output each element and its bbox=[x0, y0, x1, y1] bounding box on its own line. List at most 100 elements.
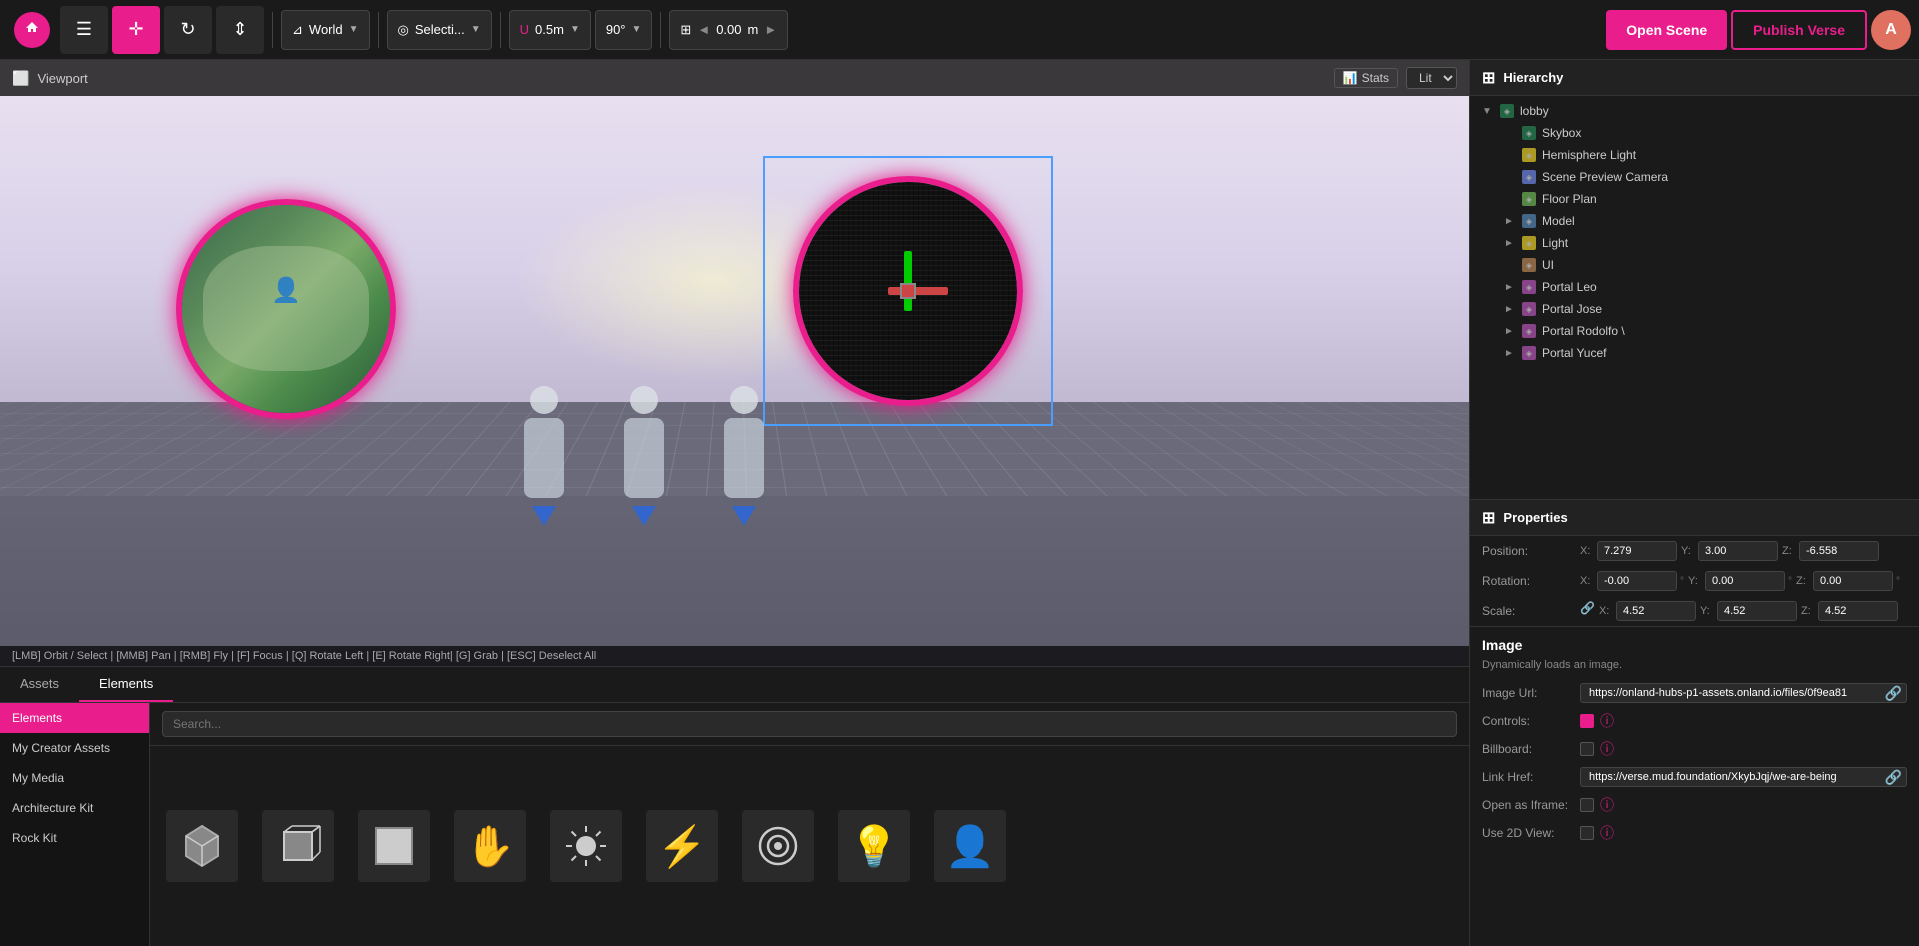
pos-y-field[interactable] bbox=[1698, 541, 1778, 561]
pos-x-field[interactable] bbox=[1597, 541, 1677, 561]
node-icon-camera: ◈ bbox=[1522, 170, 1536, 184]
node-icon-portal-leo: ◈ bbox=[1522, 280, 1536, 294]
controls-checkbox[interactable] bbox=[1580, 714, 1594, 728]
link-href-link-icon[interactable]: 🔗 bbox=[1885, 769, 1902, 786]
asset-item-4[interactable]: ✋ bbox=[454, 810, 526, 882]
hamburger-menu-button[interactable]: ☰ bbox=[60, 6, 108, 54]
use-2d-view-checkbox[interactable] bbox=[1580, 826, 1594, 840]
sidebar-item-my-creator[interactable]: My Creator Assets bbox=[0, 733, 149, 763]
search-input[interactable] bbox=[162, 711, 1457, 737]
assets-header: Assets Elements bbox=[0, 667, 1469, 703]
transform-scale-button[interactable]: ⇕ bbox=[216, 6, 264, 54]
rot-z-field[interactable] bbox=[1813, 571, 1893, 591]
lit-dropdown[interactable]: Lit bbox=[1406, 67, 1457, 89]
scale-y-field[interactable] bbox=[1717, 601, 1797, 621]
rot-y-field[interactable] bbox=[1705, 571, 1785, 591]
user-avatar-button[interactable]: A bbox=[1871, 10, 1911, 50]
portal-right-selected[interactable] bbox=[793, 176, 1023, 406]
open-as-iframe-info-icon[interactable]: ⓘ bbox=[1600, 795, 1614, 815]
image-url-input[interactable] bbox=[1585, 684, 1885, 702]
tree-item-portal-rodolfo[interactable]: ► ◈ Portal Rodolfo \ bbox=[1470, 320, 1919, 342]
sidebar-item-elements[interactable]: Elements bbox=[0, 703, 149, 733]
scale-x-field[interactable] bbox=[1616, 601, 1696, 621]
tree-item-lobby[interactable]: ▼ ◈ lobby bbox=[1470, 100, 1919, 122]
scale-z-input: Z: bbox=[1801, 601, 1898, 621]
expand-arrow-light[interactable]: ► bbox=[1504, 238, 1516, 249]
scale-lock-icon[interactable]: 🔗 bbox=[1580, 601, 1595, 621]
sidebar-item-my-media[interactable]: My Media bbox=[0, 763, 149, 793]
tree-label-light: Light bbox=[1542, 236, 1568, 250]
link-href-input[interactable] bbox=[1585, 768, 1885, 786]
expand-arrow-model[interactable]: ► bbox=[1504, 216, 1516, 227]
pos-y-input: Y: bbox=[1681, 541, 1778, 561]
logo-button[interactable] bbox=[8, 6, 56, 54]
rot-x-field[interactable] bbox=[1597, 571, 1677, 591]
expand-arrow-lobby[interactable]: ▼ bbox=[1482, 106, 1494, 117]
angle-dropdown[interactable]: 90° ▼ bbox=[595, 10, 653, 50]
expand-arrow-portal-leo[interactable]: ► bbox=[1504, 282, 1516, 293]
controls-info-icon[interactable]: ⓘ bbox=[1600, 711, 1614, 731]
tree-item-floor-plan[interactable]: ◈ Floor Plan bbox=[1470, 188, 1919, 210]
tree-item-portal-leo[interactable]: ► ◈ Portal Leo bbox=[1470, 276, 1919, 298]
rotation-inputs: X: ° Y: ° Z: ° bbox=[1580, 571, 1907, 591]
grid-dropdown[interactable]: ⊞ ◄ 0.00 m ► bbox=[669, 10, 788, 50]
asset-item-7[interactable] bbox=[742, 810, 814, 882]
tree-item-portal-yucef[interactable]: ► ◈ Portal Yucef bbox=[1470, 342, 1919, 364]
billboard-checkbox[interactable] bbox=[1580, 742, 1594, 756]
tree-item-hemisphere-light[interactable]: ◈ Hemisphere Light bbox=[1470, 144, 1919, 166]
transform-move-button[interactable]: ✛ bbox=[112, 6, 160, 54]
transform-x-arrow[interactable] bbox=[888, 287, 948, 295]
tree-item-scene-preview-camera[interactable]: ◈ Scene Preview Camera bbox=[1470, 166, 1919, 188]
char-indicator-1 bbox=[532, 506, 556, 526]
use-2d-view-info-icon[interactable]: ⓘ bbox=[1600, 823, 1614, 843]
pos-z-field[interactable] bbox=[1799, 541, 1879, 561]
hierarchy-tree[interactable]: ▼ ◈ lobby ◈ Skybox ◈ Hemisphere Light bbox=[1470, 96, 1919, 499]
tree-label-lobby: lobby bbox=[1520, 104, 1549, 118]
transform-y-arrow[interactable] bbox=[904, 251, 912, 311]
asset-item-2[interactable] bbox=[262, 810, 334, 882]
hierarchy-section: ⊞ Hierarchy ▼ ◈ lobby ◈ Skybox bbox=[1470, 60, 1919, 500]
open-scene-button[interactable]: Open Scene bbox=[1606, 10, 1727, 50]
tree-item-portal-jose[interactable]: ► ◈ Portal Jose bbox=[1470, 298, 1919, 320]
search-bar bbox=[150, 703, 1469, 746]
scale-z-field[interactable] bbox=[1818, 601, 1898, 621]
main-area: ⬜ Viewport 📊 Stats Lit bbox=[0, 60, 1919, 946]
asset-item-5[interactable] bbox=[550, 810, 622, 882]
tree-item-light[interactable]: ► ◈ Light bbox=[1470, 232, 1919, 254]
publish-verse-button[interactable]: Publish Verse bbox=[1731, 10, 1867, 50]
open-as-iframe-checkbox[interactable] bbox=[1580, 798, 1594, 812]
viewport-controls-hint: [LMB] Orbit / Select | [MMB] Pan | [RMB]… bbox=[12, 650, 596, 662]
transform-gizmo[interactable] bbox=[868, 251, 948, 331]
portal-left[interactable]: 👤 bbox=[176, 199, 396, 419]
asset-item-6[interactable]: ⚡ bbox=[646, 810, 718, 882]
sidebar-item-rock-kit[interactable]: Rock Kit bbox=[0, 823, 149, 853]
asset-item-3[interactable] bbox=[358, 810, 430, 882]
asset-item-8[interactable]: 💡 bbox=[838, 810, 910, 882]
stats-button[interactable]: 📊 Stats bbox=[1334, 68, 1398, 88]
sidebar-item-architecture[interactable]: Architecture Kit bbox=[0, 793, 149, 823]
expand-arrow-portal-rodolfo[interactable]: ► bbox=[1504, 326, 1516, 337]
asset-item-1[interactable] bbox=[166, 810, 238, 882]
tree-item-skybox[interactable]: ◈ Skybox bbox=[1470, 122, 1919, 144]
coordinate-system-dropdown[interactable]: ⊿ World ▼ bbox=[281, 10, 370, 50]
arrow-right-icon: ► bbox=[764, 22, 777, 37]
scene-characters bbox=[514, 386, 774, 506]
viewport[interactable]: ⬜ Viewport 📊 Stats Lit bbox=[0, 60, 1469, 666]
scale-row: Scale: 🔗 X: Y: Z: bbox=[1470, 596, 1919, 626]
tree-item-model[interactable]: ► ◈ Model bbox=[1470, 210, 1919, 232]
transform-button[interactable]: U 0.5m ▼ bbox=[509, 10, 591, 50]
viewport-scene[interactable]: 👤 bbox=[0, 96, 1469, 666]
chevron-down-icon-4: ▼ bbox=[632, 24, 642, 35]
refresh-button[interactable]: ↻ bbox=[164, 6, 212, 54]
expand-arrow-portal-jose[interactable]: ► bbox=[1504, 304, 1516, 315]
expand-arrow-portal-yucef[interactable]: ► bbox=[1504, 348, 1516, 359]
image-url-link-icon[interactable]: 🔗 bbox=[1885, 685, 1902, 702]
character-3 bbox=[714, 386, 774, 506]
tab-elements[interactable]: Elements bbox=[79, 667, 173, 702]
tab-assets[interactable]: Assets bbox=[0, 667, 79, 702]
billboard-info-icon[interactable]: ⓘ bbox=[1600, 739, 1614, 759]
snap-mode-dropdown[interactable]: ◎ Selecti... ▼ bbox=[387, 10, 492, 50]
tree-item-ui[interactable]: ◈ UI bbox=[1470, 254, 1919, 276]
transform-center[interactable] bbox=[900, 283, 916, 299]
asset-item-9[interactable]: 👤 bbox=[934, 810, 1006, 882]
